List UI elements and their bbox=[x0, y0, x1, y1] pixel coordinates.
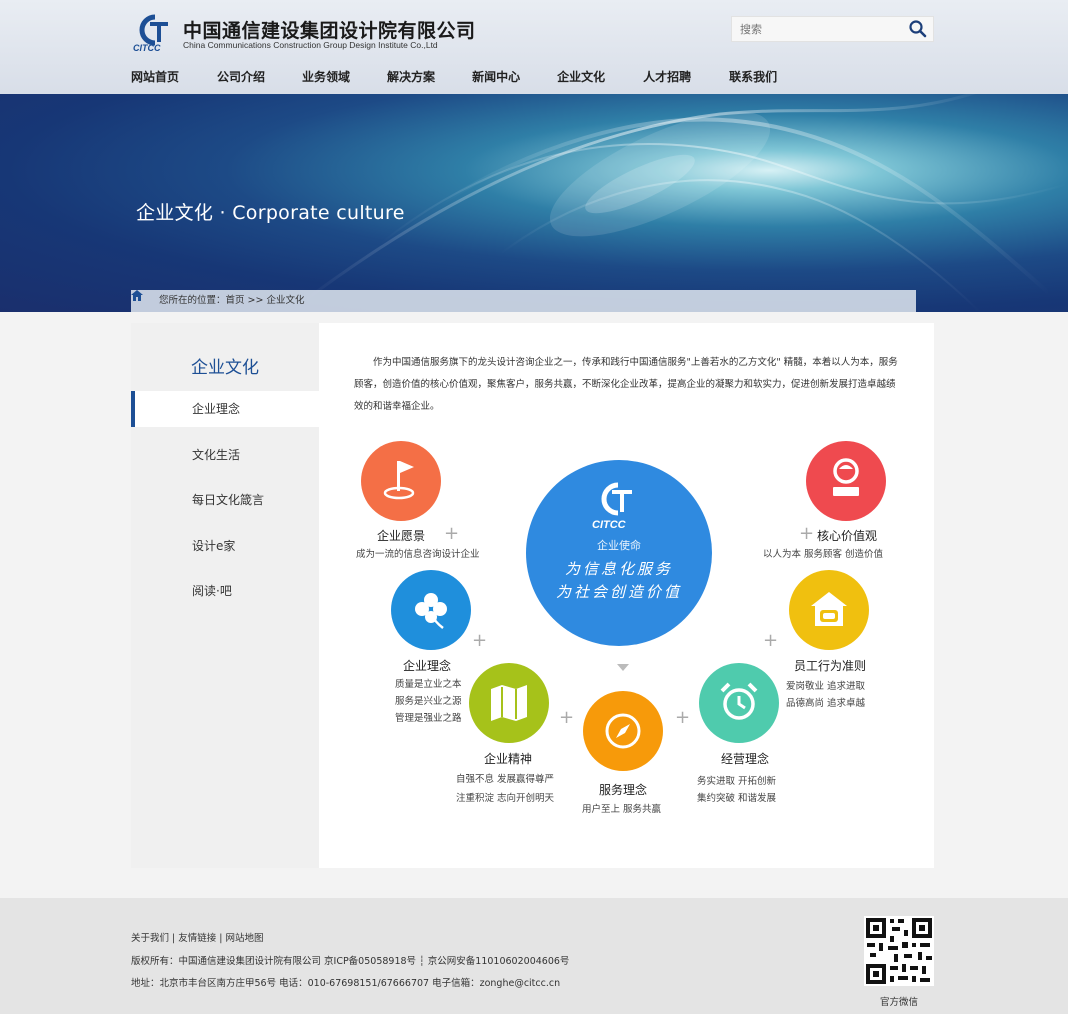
sidebar: 企业文化 企业理念 文化生活 每日文化箴言 设计e家 阅读·吧 bbox=[131, 323, 319, 868]
sidebar-item-reading[interactable]: 阅读·吧 bbox=[131, 573, 319, 609]
flag-icon bbox=[383, 461, 415, 500]
nav-culture[interactable]: 企业文化 bbox=[557, 68, 605, 86]
person-icon bbox=[833, 458, 859, 496]
chevron-down-icon bbox=[617, 664, 629, 671]
sidebar-item-idea[interactable]: 企业理念 bbox=[131, 391, 319, 427]
breadcrumb: 您所在的位置：首页 >> 企业文化 bbox=[131, 290, 916, 312]
footer-links[interactable]: 关于我们 | 友情链接 | 网站地图 bbox=[131, 930, 263, 944]
conduct-line-2: 品德高尚 追求卓越 bbox=[786, 698, 866, 709]
mission-line-2: 为社会创造价值 bbox=[555, 583, 682, 601]
sidebar-item-daily-motto[interactable]: 每日文化箴言 bbox=[131, 482, 319, 518]
citcc-logo-icon: CITCC bbox=[592, 482, 632, 530]
nav-solutions[interactable]: 解决方案 bbox=[387, 68, 435, 86]
service-title: 服务理念 bbox=[599, 783, 648, 797]
wechat-qr-code bbox=[864, 916, 934, 986]
citcc-logo-icon: CITCC bbox=[133, 14, 168, 52]
conduct-title: 员工行为准则 bbox=[794, 659, 867, 673]
operation-circle bbox=[699, 663, 779, 743]
map-icon bbox=[491, 685, 527, 721]
nav-business[interactable]: 业务领域 bbox=[302, 68, 350, 86]
idea-title: 企业理念 bbox=[403, 659, 452, 673]
logo-english-name: China Communications Construction Group … bbox=[183, 40, 438, 50]
spirit-circle bbox=[469, 663, 549, 743]
svg-text:CITCC: CITCC bbox=[133, 43, 161, 52]
spirit-title: 企业精神 bbox=[484, 752, 533, 766]
idea-line-1: 质量是立业之本 bbox=[395, 679, 462, 690]
logo-chinese-name: 中国通信建设集团设计院有限公司 bbox=[183, 20, 476, 42]
values-circle bbox=[806, 441, 886, 521]
operation-line-1: 务实进取 开拓创新 bbox=[697, 776, 777, 787]
site-footer: 关于我们 | 友情链接 | 网站地图 版权所有：中国通信建设集团设计院有限公司 … bbox=[0, 898, 1068, 1014]
mission-line-1: 为信息化服务 bbox=[564, 560, 673, 578]
nav-contact[interactable]: 联系我们 bbox=[729, 68, 777, 86]
house-icon bbox=[811, 592, 847, 626]
search-box bbox=[731, 16, 934, 42]
alarm-clock-icon bbox=[720, 682, 758, 720]
main-nav: 网站首页 公司介绍 业务领域 解决方案 新闻中心 企业文化 人才招聘 联系我们 bbox=[131, 68, 814, 86]
vision-circle bbox=[361, 441, 441, 521]
plus-icon: + bbox=[472, 630, 488, 651]
site-header: CITCC 中国通信建设集团设计院有限公司 China Communicatio… bbox=[0, 0, 1068, 94]
qr-label: 官方微信 bbox=[880, 997, 919, 1008]
sidebar-item-design-home[interactable]: 设计e家 bbox=[131, 528, 319, 564]
values-text: 以人为本 服务顾客 创造价值 bbox=[763, 549, 884, 560]
idea-line-3: 管理是强业之路 bbox=[395, 713, 462, 724]
values-title: 核心价值观 bbox=[817, 529, 878, 543]
company-logo[interactable]: CITCC 中国通信建设集团设计院有限公司 China Communicatio… bbox=[133, 14, 476, 54]
compass-icon bbox=[605, 713, 641, 749]
conduct-line-1: 爱岗敬业 追求进取 bbox=[786, 681, 866, 692]
nav-about[interactable]: 公司介绍 bbox=[217, 68, 265, 86]
service-circle bbox=[583, 691, 663, 771]
idea-line-2: 服务是兴业之源 bbox=[395, 696, 462, 707]
footer-copyright: 版权所有：中国通信建设集团设计院有限公司 京ICP备05058918号 ┆ 京公… bbox=[131, 956, 570, 967]
mission-circle: CITCC 企业使命 为信息化服务 为社会创造价值 bbox=[526, 460, 712, 646]
idea-circle bbox=[391, 570, 471, 650]
breadcrumb-text[interactable]: 您所在的位置：首页 >> 企业文化 bbox=[159, 295, 304, 306]
banner-title: 企业文化 · Corporate culture bbox=[136, 202, 405, 224]
spirit-line-2: 注重积淀 志向开创明天 bbox=[456, 793, 555, 804]
spirit-line-1: 自强不息 发展赢得尊严 bbox=[456, 774, 555, 785]
footer-address: 地址：北京市丰台区南方庄甲56号 电话：010-67698151/6766670… bbox=[131, 978, 561, 989]
mission-label: 企业使命 bbox=[597, 539, 641, 552]
svg-text:CITCC: CITCC bbox=[592, 519, 627, 530]
vision-title: 企业愿景 bbox=[377, 529, 426, 543]
main-content: 作为中国通信服务旗下的龙头设计咨询企业之一，传承和践行中国通信服务"上善若水的乙… bbox=[319, 323, 934, 868]
operation-title: 经营理念 bbox=[721, 752, 770, 766]
search-icon[interactable] bbox=[907, 19, 929, 39]
plus-icon: + bbox=[799, 523, 815, 544]
sidebar-title: 企业文化 bbox=[191, 358, 259, 378]
sidebar-item-culture-life[interactable]: 文化生活 bbox=[131, 437, 319, 473]
intro-paragraph: 作为中国通信服务旗下的龙头设计咨询企业之一，传承和践行中国通信服务"上善若水的乙… bbox=[354, 357, 898, 412]
plus-icon: + bbox=[559, 707, 575, 728]
conduct-circle bbox=[789, 570, 869, 650]
page-banner: 企业文化 · Corporate culture 您所在的位置：首页 >> 企业… bbox=[0, 94, 1068, 312]
plus-icon: + bbox=[763, 630, 779, 651]
nav-news[interactable]: 新闻中心 bbox=[472, 68, 520, 86]
plus-icon: + bbox=[675, 707, 691, 728]
nav-careers[interactable]: 人才招聘 bbox=[643, 68, 691, 86]
vision-text: 成为一流的信息咨询设计企业 bbox=[356, 549, 480, 560]
operation-line-2: 集约突破 和谐发展 bbox=[697, 793, 777, 804]
clover-icon bbox=[415, 593, 447, 629]
search-input[interactable] bbox=[732, 17, 902, 41]
nav-home[interactable]: 网站首页 bbox=[131, 68, 179, 86]
plus-icon: + bbox=[444, 523, 460, 544]
home-icon bbox=[131, 290, 143, 301]
service-line-1: 用户至上 服务共赢 bbox=[582, 804, 662, 815]
